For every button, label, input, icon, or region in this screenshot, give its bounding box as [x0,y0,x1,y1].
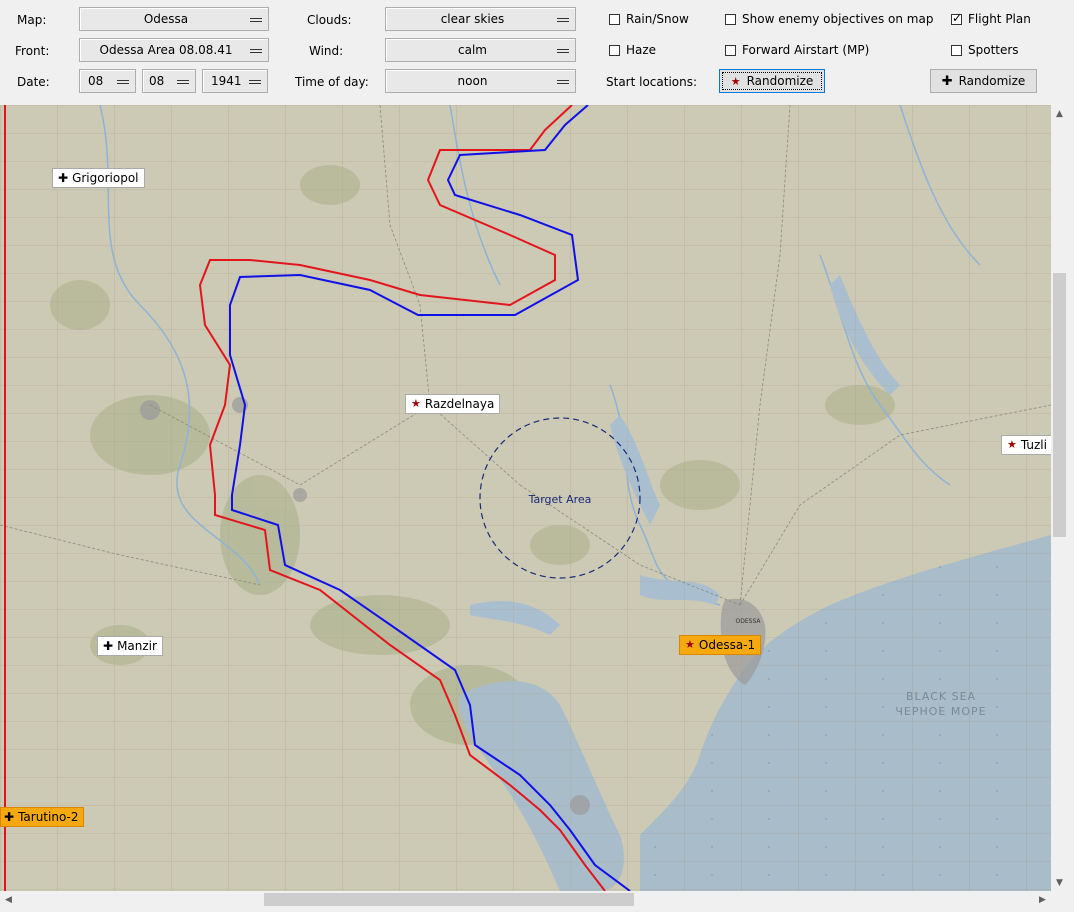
spotters-label: Spotters [968,43,1019,57]
wind-select[interactable]: calm [385,38,576,62]
dropdown-arrow-icon [557,80,569,84]
sea-label-ru: ЧЕРНОЕ МОРЕ [895,705,986,718]
clouds-select[interactable]: clear skies [385,7,576,31]
marker-label: Manzir [117,639,157,653]
sea-label-en: BLACK SEA [906,690,976,703]
show-enemy-objectives-label: Show enemy objectives on map [742,12,934,26]
marker-grigoriopol[interactable]: ✚ Grigoriopol [52,168,145,188]
checkbox-box [609,44,620,56]
dropdown-arrow-icon [557,49,569,53]
target-area-label: Target Area [528,493,592,506]
scroll-down-icon[interactable]: ▼ [1051,874,1068,891]
dropdown-arrow-icon [249,80,261,84]
flight-plan-label: Flight Plan [968,12,1031,26]
haze-checkbox[interactable]: Haze [609,43,656,57]
checkbox-box [725,44,736,56]
month-select-value: 08 [149,74,165,88]
time-of-day-select[interactable]: noon [385,69,576,93]
map-canvas: Target Area BLACK SEA ЧЕРНОЕ МОРЕ ODESSA [0,105,1051,891]
forward-airstart-checkbox[interactable]: Forward Airstart (MP) [725,43,869,57]
vertical-scroll-thumb[interactable] [1053,273,1066,537]
map-grid [0,105,1051,891]
scroll-left-icon[interactable]: ◀ [0,891,17,908]
map-view[interactable]: Target Area BLACK SEA ЧЕРНОЕ МОРЕ ODESSA… [0,105,1051,891]
marker-tarutino-2[interactable]: ✚ Tarutino-2 [0,807,85,827]
marker-label: Grigoriopol [72,171,139,185]
scroll-up-icon[interactable]: ▲ [1051,105,1068,122]
dropdown-arrow-icon [557,18,569,22]
rain-snow-label: Rain/Snow [626,12,689,26]
horizontal-scrollbar[interactable]: ◀ ▶ [0,891,1051,908]
forward-airstart-label: Forward Airstart (MP) [742,43,870,57]
vertical-scrollbar[interactable]: ▲ ▼ [1051,105,1068,891]
year-select[interactable]: 1941 [202,69,268,93]
star-icon: ★ [1007,438,1017,451]
dropdown-arrow-icon [117,80,129,84]
year-select-value: 1941 [211,74,242,88]
scroll-right-icon[interactable]: ▶ [1034,891,1051,908]
randomize-start-label: Randomize [746,74,814,88]
month-select[interactable]: 08 [142,69,196,93]
flight-plan-checkbox[interactable]: Flight Plan [951,11,1031,26]
day-select[interactable]: 08 [79,69,136,93]
cross-icon: ✚ [941,73,953,89]
star-icon: ★ [685,638,695,651]
marker-tuzli[interactable]: ★ Tuzli [1001,435,1051,455]
map-select-value: Odessa [143,12,189,26]
city-label-odessa: ODESSA [736,618,762,625]
day-select-value: 08 [88,74,104,88]
time-of-day-label: Time of day: [295,75,369,89]
checkbox-box [951,44,962,56]
cross-icon: ✚ [58,171,69,185]
randomize-start-button[interactable]: ★ Randomize [719,69,825,93]
marker-label: Tarutino-2 [18,810,79,824]
marker-odessa-1[interactable]: ★ Odessa-1 [679,635,762,655]
clouds-select-value: clear skies [440,12,505,26]
dropdown-arrow-icon [250,18,262,22]
wind-label: Wind: [309,44,344,58]
front-select[interactable]: Odessa Area 08.08.41 [79,38,269,62]
map-label: Map: [17,13,47,27]
dropdown-arrow-icon [177,80,189,84]
marker-razdelnaya[interactable]: ★ Razdelnaya [405,394,501,414]
marker-label: Odessa-1 [698,638,756,652]
marker-label: Razdelnaya [424,397,495,411]
cross-icon: ✚ [103,639,114,653]
spotters-checkbox[interactable]: Spotters [951,43,1019,57]
dropdown-arrow-icon [250,49,262,53]
time-of-day-select-value: noon [457,74,488,88]
front-label: Front: [15,44,50,58]
rain-snow-checkbox[interactable]: Rain/Snow [609,12,689,26]
show-enemy-objectives-checkbox[interactable]: Show enemy objectives on map [725,12,933,26]
randomize-airfield-label: Randomize [958,74,1026,88]
checkbox-box-checked [951,11,962,25]
haze-label: Haze [626,43,657,57]
star-icon: ★ [730,74,741,88]
front-select-value: Odessa Area 08.08.41 [99,43,233,57]
map-select[interactable]: Odessa [79,7,269,31]
marker-label: Tuzli [1020,438,1047,452]
horizontal-scroll-thumb[interactable] [264,893,634,906]
wind-select-value: calm [458,43,487,57]
checkbox-box [725,13,736,25]
marker-manzir[interactable]: ✚ Manzir [97,636,163,656]
start-locations-label: Start locations: [606,75,698,89]
cross-icon: ✚ [4,810,15,824]
randomize-airfield-button[interactable]: ✚ Randomize [930,69,1037,93]
date-label: Date: [17,75,50,89]
checkbox-box [609,13,620,25]
clouds-label: Clouds: [307,13,352,27]
star-icon: ★ [411,397,421,410]
